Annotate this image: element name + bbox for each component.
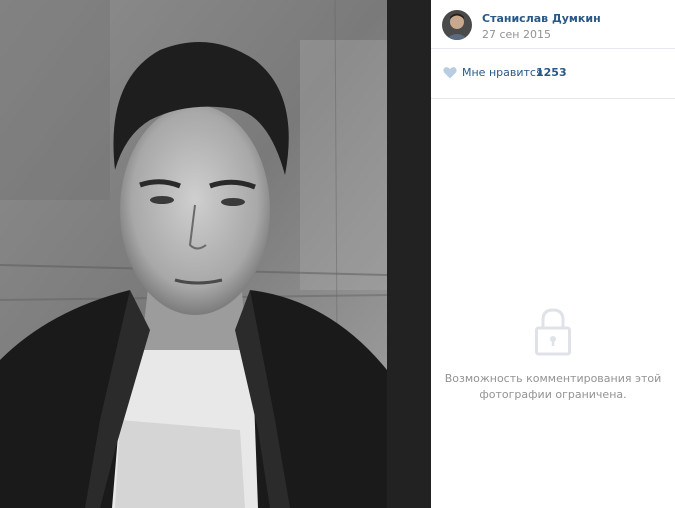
lock-icon <box>535 308 571 356</box>
like-button[interactable]: Мне нравится 1253 <box>431 49 675 99</box>
author-block: Станислав Думкин 27 сен 2015 <box>431 0 675 49</box>
restricted-line-1: Возможность комментирования этой <box>444 372 662 385</box>
comments-restricted-notice: Возможность комментирования этой фотогра… <box>443 371 663 403</box>
heart-icon <box>443 67 457 79</box>
post-date[interactable]: 27 сен 2015 <box>482 28 551 41</box>
restricted-line-2: фотографии ограничена. <box>479 388 627 401</box>
photo[interactable] <box>0 0 387 508</box>
photo-sidebar: Станислав Думкин 27 сен 2015 Мне нравитс… <box>431 0 675 508</box>
photo-viewer: Станислав Думкин 27 сен 2015 Мне нравитс… <box>0 0 675 508</box>
user-avatar-icon <box>442 10 472 40</box>
photo-pane[interactable] <box>0 0 431 508</box>
like-count[interactable]: 1253 <box>536 66 567 79</box>
author-name[interactable]: Станислав Думкин <box>482 12 601 25</box>
author-avatar[interactable] <box>442 10 472 40</box>
like-label: Мне нравится <box>462 66 543 79</box>
